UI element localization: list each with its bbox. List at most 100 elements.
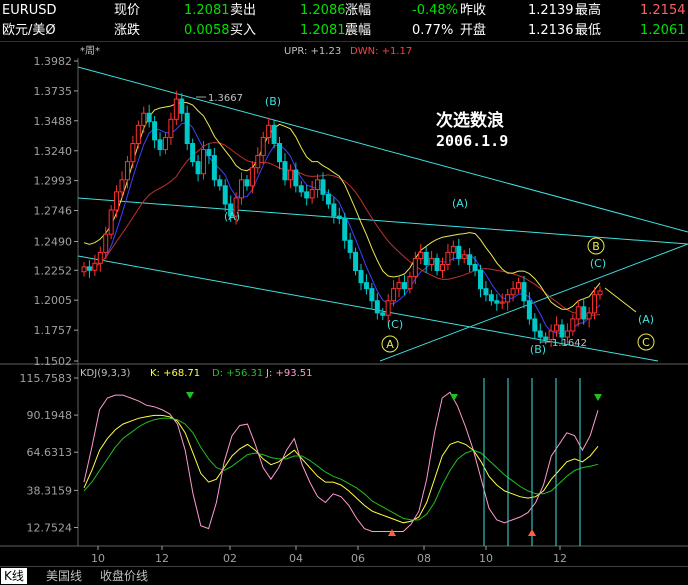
candle-body (277, 143, 283, 163)
wave-label: (C) (387, 318, 403, 331)
candle-body (271, 124, 277, 144)
candle-body (206, 149, 212, 157)
kdj-j-label: J: +93.51 (265, 368, 313, 379)
candle-body (217, 179, 223, 187)
candle-body (108, 209, 114, 235)
kdj-j-line (83, 391, 599, 532)
candle-body (331, 203, 337, 217)
kdj-axis: 115.7583 90.1948 64.6313 38.3159 12.7524 (20, 372, 78, 534)
candle-body (385, 300, 391, 316)
candle-body (179, 98, 185, 114)
time-tick-label: 04 (289, 552, 303, 565)
ma-short-line (83, 121, 601, 335)
candle-body (488, 294, 494, 302)
price-tick-label: 1.1757 (34, 324, 73, 337)
candle-body (559, 324, 565, 338)
time-tick-label: 12 (553, 552, 567, 565)
tab-us-line[interactable]: 美国线 (46, 568, 82, 584)
symbol-label: EURUSD (2, 3, 57, 18)
candle-body (266, 124, 272, 138)
price-tick-label: 1.2005 (34, 294, 73, 307)
kdj-tick-label: 90.1948 (27, 409, 73, 422)
price-tick-label: 1.3240 (34, 145, 73, 158)
candle-body (347, 239, 353, 253)
candle-body (543, 336, 549, 340)
wave-label: (A) (452, 197, 468, 210)
candle-body (195, 161, 201, 175)
candle-body (315, 179, 321, 190)
price-tick-label: 1.2993 (34, 175, 73, 188)
dwn-label: DWN: +1.17 (350, 46, 412, 57)
time-tick-label: 10 (91, 552, 105, 565)
time-tick-label: 08 (417, 552, 431, 565)
candle-body (168, 118, 174, 138)
candle-body (380, 312, 386, 316)
candle-body (119, 179, 125, 193)
candle-body (532, 318, 538, 332)
ma-envelope-line (83, 101, 601, 310)
wave-circle-label: C (642, 336, 650, 349)
upr-label: UPR: +1.23 (284, 46, 341, 57)
candle-body (320, 179, 326, 195)
candles (81, 90, 603, 348)
low-note: 1.1642 (552, 338, 587, 349)
candle-body (135, 124, 141, 144)
candle-body (293, 169, 299, 187)
wave-label: (A) (638, 313, 654, 326)
candle-body (249, 167, 255, 187)
time-axis: 10 12 02 04 06 08 10 12 (91, 546, 567, 565)
quote-label-amplitude: 震幅 (345, 23, 372, 38)
kdj-lines (83, 391, 599, 532)
instrument-name: 欧元/美Ø (2, 23, 56, 38)
wave-label: (C) (590, 257, 606, 270)
price-axis: 1.3982 1.3735 1.3488 1.3240 1.2993 1.2746 1.24… (34, 55, 78, 368)
kdj-k-label: K: +68.71 (150, 368, 200, 379)
quote-value-ask: 1.2086 (300, 3, 346, 18)
candle-body (103, 233, 109, 253)
candle-body (467, 254, 473, 265)
price-tick-label: 1.3982 (34, 55, 73, 68)
candle-body (260, 136, 266, 157)
candle-body (97, 251, 103, 264)
kdj-tick-label: 64.6313 (27, 446, 73, 459)
candle-body (407, 276, 413, 290)
sell-arrow-icon (594, 394, 602, 401)
candle-body (282, 161, 288, 181)
price-indicator-label: *周* (80, 45, 100, 57)
candle-body (244, 179, 250, 187)
candle-body (483, 288, 489, 296)
candle-body (342, 218, 348, 241)
candle-body (358, 270, 364, 284)
candle-body (124, 161, 130, 181)
quote-label-high: 最高 (575, 3, 602, 18)
candle-body (554, 324, 560, 332)
candle-body (363, 282, 369, 290)
sell-arrow-icon (186, 392, 194, 399)
quote-label-change-pct: 涨幅 (345, 3, 372, 18)
quote-label-bid: 买入 (230, 23, 257, 38)
tab-close-line[interactable]: 收盘价线 (100, 568, 148, 584)
kdj-tick-label: 12.7524 (27, 521, 73, 534)
candle-body (423, 251, 429, 265)
candle-body (173, 98, 179, 120)
chart-area[interactable]: 1.3982 1.3735 1.3488 1.3240 1.2993 1.2746 1.24… (0, 42, 688, 566)
tab-kline[interactable]: K线 (1, 568, 27, 584)
projection-arrow (604, 287, 637, 313)
quote-label-last: 现价 (114, 3, 141, 18)
sell-arrow-icon (450, 394, 458, 401)
quote-label-prev-close: 昨收 (460, 3, 487, 18)
candle-body (353, 251, 359, 272)
quote-label-open: 开盘 (460, 23, 487, 38)
candle-body (575, 306, 581, 320)
kdj-tick-label: 38.3159 (27, 484, 73, 497)
candle-body (184, 112, 190, 144)
wave-circle-label: B (592, 240, 600, 253)
candle-body (505, 294, 511, 303)
candle-body (309, 188, 315, 199)
candle-body (445, 251, 451, 265)
candle-body (86, 266, 92, 271)
chart-type-tabs: K线 美国线 收盘价线 (0, 566, 688, 585)
time-tick-label: 02 (223, 552, 237, 565)
chart-title-date: 2006.1.9 (436, 132, 508, 150)
candle-body (418, 251, 424, 259)
